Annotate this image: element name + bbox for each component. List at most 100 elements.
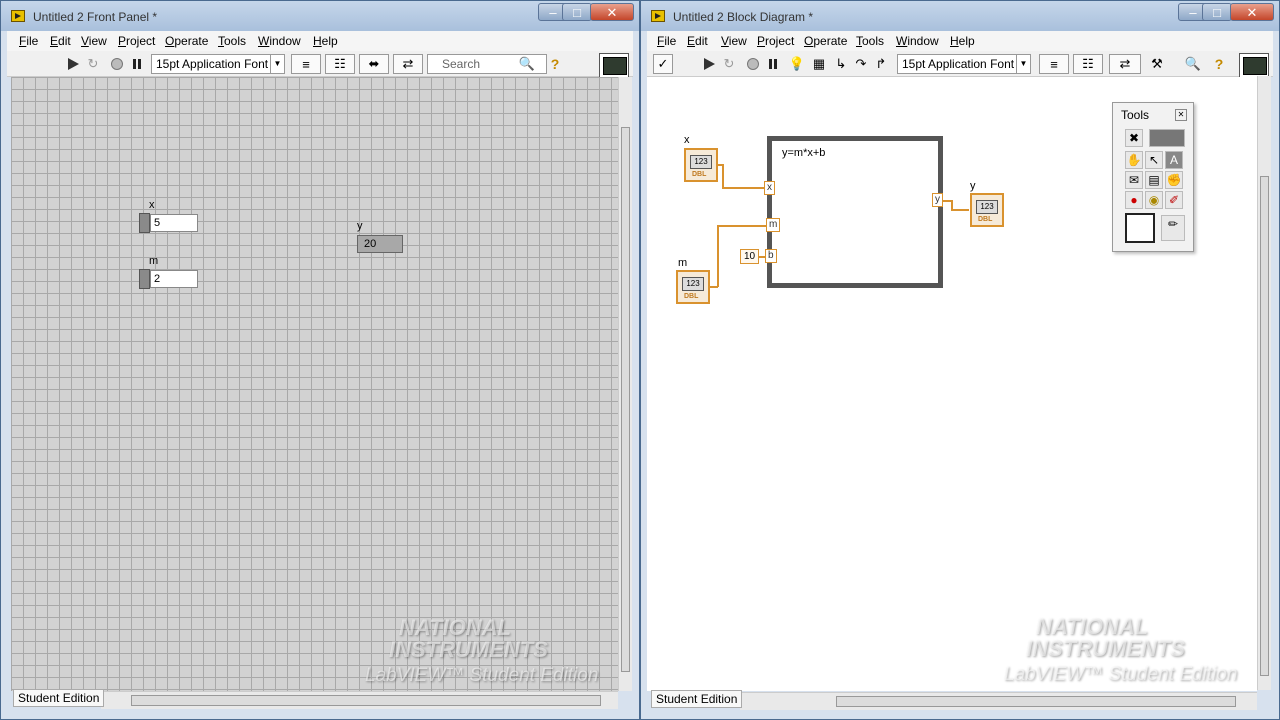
menu-project[interactable]: Project [757,34,794,48]
menu-view[interactable]: View [81,34,107,48]
menu-edit[interactable]: Edit [687,34,708,48]
menu-tools[interactable]: Tools [856,34,884,48]
front-panel-titlebar[interactable]: Untitled 2 Front Panel * – □ ✕ [1,1,639,31]
menu-view[interactable]: View [721,34,747,48]
input-port-m[interactable]: m [766,218,781,232]
increment-icon[interactable] [139,269,150,289]
distribute-objects-button[interactable]: ☷ [1073,54,1103,74]
formula-text[interactable]: y=m*x+b [782,147,825,159]
wire-m-b[interactable] [717,225,719,287]
wire-x-c[interactable] [722,187,766,189]
run-continuously-button[interactable]: ↻ [83,54,103,74]
menu-operate[interactable]: Operate [804,34,847,48]
pause-button[interactable] [763,54,783,74]
horizontal-scrollbar[interactable] [101,691,618,709]
vertical-scroll-thumb[interactable] [1260,176,1269,676]
shortcut-menu-tool-icon[interactable]: ▤ [1145,171,1163,189]
wire-x-b[interactable] [722,164,724,188]
tools-palette[interactable]: Tools ✕ ✖ ✋ ↖ A ✉ ▤ ✊ ● ◉ ✐ ✏ [1112,102,1194,252]
menu-project[interactable]: Project [118,34,155,48]
menu-operate[interactable]: Operate [165,34,208,48]
paint-brush-icon[interactable]: ✏ [1161,215,1185,241]
menu-tools[interactable]: Tools [218,34,246,48]
input-port-b[interactable]: b [765,249,777,263]
menu-file[interactable]: File [657,34,676,48]
vertical-scrollbar[interactable] [1257,76,1271,690]
step-over-icon[interactable]: ↷ [851,54,871,74]
abort-button[interactable] [743,54,763,74]
reorder-button[interactable]: ⇄ [393,54,423,74]
maximize-button[interactable]: □ [1202,3,1232,21]
set-color-tool-icon[interactable] [1125,213,1155,243]
vertical-scroll-thumb[interactable] [621,127,630,672]
menu-edit[interactable]: Edit [50,34,71,48]
close-button[interactable]: ✕ [1230,3,1274,21]
block-diagram-titlebar[interactable]: Untitled 2 Block Diagram * – □ ✕ [641,1,1279,31]
input-port-x[interactable]: x [764,181,775,195]
close-icon[interactable]: ✕ [1175,109,1187,121]
position-tool-icon[interactable]: ↖ [1145,151,1163,169]
numeric-control-m-value[interactable]: 2 [150,270,198,288]
wire-tool-icon[interactable]: ✉ [1125,171,1143,189]
operate-tool-icon[interactable]: ✋ [1125,151,1143,169]
vertical-scrollbar[interactable] [618,77,632,691]
labview-vi-icon [651,10,665,22]
menu-bar: File Edit View Project Operate Tools Win… [647,31,1273,51]
output-port-y[interactable]: y [932,193,943,207]
run-button[interactable] [63,54,83,74]
breakpoint-tool-icon[interactable]: ● [1125,191,1143,209]
horizontal-scroll-thumb[interactable] [131,695,601,706]
reorder-button[interactable]: ⇄ [1109,54,1141,74]
run-button[interactable] [699,54,719,74]
highlight-execution-icon[interactable]: 💡 [787,54,807,74]
stop-icon [111,58,123,70]
numeric-control-x-value[interactable]: 5 [150,214,198,232]
menu-help[interactable]: Help [950,34,975,48]
front-panel-canvas[interactable] [11,77,618,691]
distribute-objects-button[interactable]: ☷ [325,54,355,74]
search-icon[interactable]: 🔍 [1183,54,1203,74]
horizontal-scroll-thumb[interactable] [836,696,1236,707]
checkmark-icon[interactable]: ✓ [653,54,673,74]
auto-tool-indicator-icon[interactable] [1149,129,1185,147]
step-into-icon[interactable]: ↳ [831,54,851,74]
probe-tool-icon[interactable]: ◉ [1145,191,1163,209]
pause-button[interactable] [127,54,147,74]
context-help-button[interactable]: ? [1209,54,1229,74]
search-icon[interactable]: 🔍 [517,54,537,74]
step-out-icon[interactable]: ↱ [871,54,891,74]
numeric-control-m[interactable]: 2 [139,269,199,289]
abort-button[interactable] [107,54,127,74]
horizontal-scrollbar[interactable] [740,692,1257,710]
auto-tool-icon[interactable]: ✖ [1125,129,1143,147]
formula-node[interactable]: y=m*x+b [767,136,943,288]
wire-m-c[interactable] [717,225,766,227]
menu-window[interactable]: Window [896,34,939,48]
menu-file[interactable]: File [19,34,38,48]
font-select[interactable]: 15pt Application Font ▼ [897,54,1031,74]
get-color-tool-icon[interactable]: ✐ [1165,191,1183,209]
terminal-m[interactable]: 123 DBL [676,270,710,304]
numeric-constant[interactable]: 10 [740,249,760,264]
align-objects-button[interactable]: ≡ [1039,54,1069,74]
increment-icon[interactable] [139,213,150,233]
retain-wire-values-icon[interactable]: ▦ [809,54,829,74]
maximize-button[interactable]: □ [562,3,592,21]
scroll-tool-icon[interactable]: ✊ [1165,171,1183,189]
text-tool-icon[interactable]: A [1165,151,1183,169]
chevron-down-icon: ▼ [1016,55,1030,73]
clean-up-diagram-icon[interactable]: ⚒ [1147,54,1167,74]
resize-objects-button[interactable]: ⬌ [359,54,389,74]
run-continuously-button[interactable]: ↻ [719,54,739,74]
font-select[interactable]: 15pt Application Font ▼ [151,54,285,74]
menu-window[interactable]: Window [258,34,301,48]
numeric-control-x[interactable]: 5 [139,213,199,233]
wire-y-c[interactable] [951,209,969,211]
terminal-m-type: DBL [684,293,699,300]
menu-help[interactable]: Help [313,34,338,48]
terminal-y[interactable]: 123 DBL [970,193,1004,227]
context-help-button[interactable]: ? [545,54,565,74]
align-objects-button[interactable]: ≡ [291,54,321,74]
close-button[interactable]: ✕ [590,3,634,21]
terminal-x[interactable]: 123 DBL [684,148,718,182]
